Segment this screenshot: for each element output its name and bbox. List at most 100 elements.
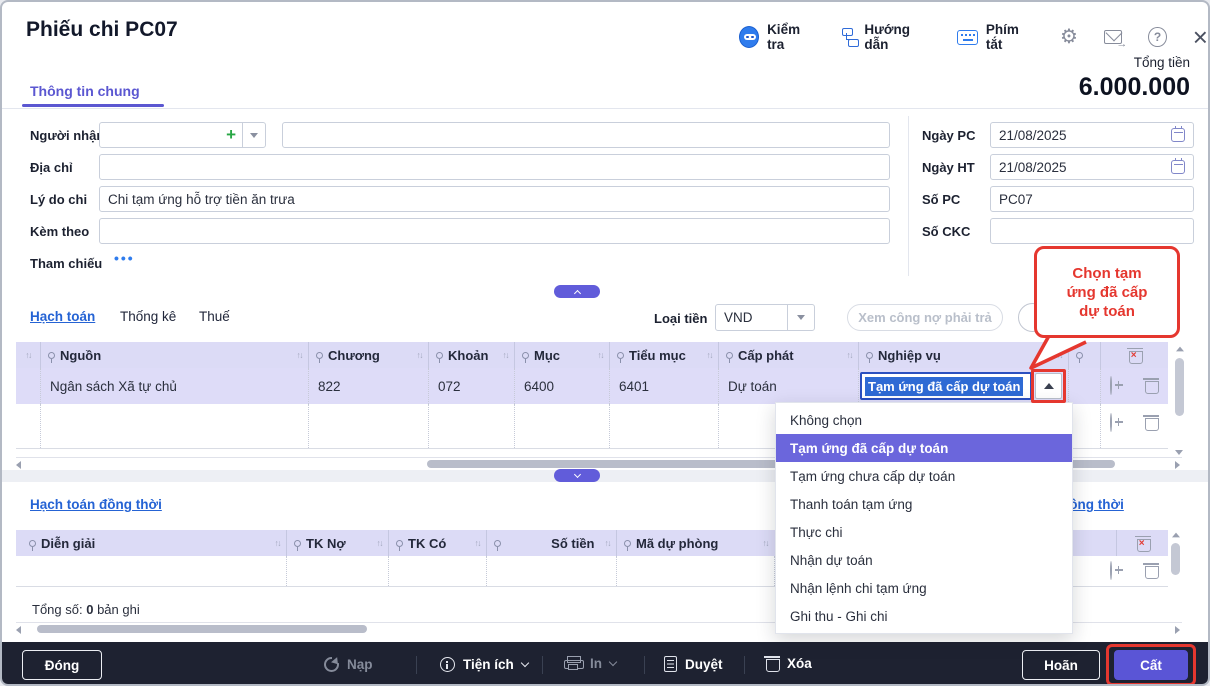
reason-input[interactable]: Chi tạm ứng hỗ trợ tiền ăn trưa xyxy=(99,186,890,212)
sort-icon[interactable] xyxy=(275,538,281,548)
dropdown-option[interactable]: Thanh toán tạm ứng xyxy=(776,490,1072,518)
close-button[interactable]: Đóng xyxy=(22,650,102,680)
printer-icon xyxy=(564,656,582,671)
sort-icon[interactable] xyxy=(847,350,853,360)
col-chuong[interactable]: Chương xyxy=(308,342,428,368)
date-ht-input[interactable]: 21/08/2025 xyxy=(990,154,1194,180)
pin-icon[interactable] xyxy=(617,352,624,359)
cell-cap-phat[interactable]: Dự toán xyxy=(728,368,777,404)
pin-icon[interactable] xyxy=(494,540,501,547)
receiver-combo[interactable]: + xyxy=(99,122,266,148)
col-muc[interactable]: Mục xyxy=(514,342,609,368)
receiver-dropdown-arrow[interactable] xyxy=(243,133,265,138)
calendar-icon[interactable] xyxy=(1171,128,1185,142)
voucher-no-input[interactable]: PC07 xyxy=(990,186,1194,212)
col-khoan[interactable]: Khoản xyxy=(428,342,514,368)
add-row-icon[interactable] xyxy=(1110,376,1112,395)
sort-icon[interactable] xyxy=(763,538,769,548)
cell-nguon[interactable]: Ngân sách Xã tự chủ xyxy=(50,368,177,404)
col-tk-co[interactable]: TK Có xyxy=(388,530,486,556)
delete-button[interactable]: Xóa xyxy=(765,656,812,671)
pin-icon[interactable] xyxy=(436,352,443,359)
sort-icon[interactable] xyxy=(475,538,481,548)
reload-button[interactable]: Nạp xyxy=(324,657,373,672)
table1-vscrollbar[interactable] xyxy=(1174,346,1185,458)
sort-icon[interactable] xyxy=(377,538,383,548)
col-tieu-muc[interactable]: Tiểu mục xyxy=(609,342,718,368)
add-row-icon[interactable] xyxy=(1110,413,1112,432)
check-button[interactable]: Kiểm tra xyxy=(739,22,816,52)
table2-vscrollbar[interactable] xyxy=(1170,532,1181,588)
reference-more-icon[interactable] xyxy=(114,250,135,266)
delete-all-rows-icon[interactable]: × xyxy=(1128,348,1142,363)
help-icon[interactable] xyxy=(1148,27,1166,47)
tab-hach-toan[interactable]: Hạch toán xyxy=(30,309,95,324)
view-payable-debt-button[interactable]: Xem công nợ phải trả xyxy=(847,304,1003,331)
cell-khoan[interactable]: 072 xyxy=(438,368,461,404)
pin-icon[interactable] xyxy=(29,540,36,547)
pin-icon[interactable] xyxy=(48,352,55,359)
sort-icon[interactable] xyxy=(503,350,509,360)
close-icon[interactable] xyxy=(1193,26,1208,48)
dropdown-option[interactable]: Không chọn xyxy=(776,406,1072,434)
shortcut-button[interactable]: Phím tắt xyxy=(957,22,1034,52)
collapse-form-pill[interactable] xyxy=(554,285,600,298)
col-delete-all[interactable]: × xyxy=(1116,530,1168,556)
dropdown-option[interactable]: Tạm ứng chưa cấp dự toán xyxy=(776,462,1072,490)
dropdown-option[interactable]: Ghi thu - Ghi chi xyxy=(776,602,1072,630)
dropdown-option[interactable]: Thực chi xyxy=(776,518,1072,546)
attachment-input[interactable] xyxy=(99,218,890,244)
calendar-icon[interactable] xyxy=(1171,160,1185,174)
pin-icon[interactable] xyxy=(726,352,733,359)
sort-icon[interactable] xyxy=(417,350,423,360)
sort-icon[interactable] xyxy=(707,350,713,360)
tab-general-info[interactable]: Thông tin chung xyxy=(30,83,140,99)
pin-icon[interactable] xyxy=(522,352,529,359)
pin-icon[interactable] xyxy=(624,540,631,547)
col-ma-du-phong[interactable]: Mã dự phòng xyxy=(616,530,774,556)
col-tk-no[interactable]: TK Nợ xyxy=(286,530,388,556)
cell-muc[interactable]: 6400 xyxy=(524,368,554,404)
gear-icon[interactable] xyxy=(1060,27,1078,47)
undo-button[interactable]: Hoãn xyxy=(1022,650,1100,680)
dropdown-option-selected[interactable]: Tạm ứng đã cấp dự toán xyxy=(776,434,1072,462)
col-so-tien[interactable]: Số tiền xyxy=(486,530,616,556)
sort-icon[interactable] xyxy=(297,350,303,360)
address-input[interactable] xyxy=(99,154,890,180)
expand-section-pill[interactable] xyxy=(554,469,600,482)
date-pc-input[interactable]: 21/08/2025 xyxy=(990,122,1194,148)
pin-icon[interactable] xyxy=(294,540,301,547)
nghiep-vu-combobox[interactable]: Tạm ứng đã cấp dự toán xyxy=(860,372,1032,400)
sort-icon[interactable] xyxy=(605,538,611,548)
cell-chuong[interactable]: 822 xyxy=(318,368,341,404)
col-nguon[interactable]: Nguồn xyxy=(40,342,308,368)
col-cap-phat[interactable]: Cấp phát xyxy=(718,342,858,368)
guide-button[interactable]: Hướng dẫn xyxy=(842,22,931,52)
pin-icon[interactable] xyxy=(866,352,873,359)
dong-thoi-link[interactable]: Hạch toán đồng thời xyxy=(30,497,162,512)
address-label: Địa chỉ xyxy=(30,160,73,175)
sort-icon[interactable] xyxy=(598,350,604,360)
add-receiver-icon[interactable]: + xyxy=(226,128,236,142)
tab-thue[interactable]: Thuế xyxy=(199,309,230,324)
currency-dropdown-arrow[interactable] xyxy=(788,315,814,320)
mail-send-icon[interactable] xyxy=(1104,30,1122,44)
delete-all-rows-icon[interactable]: × xyxy=(1136,536,1150,551)
receiver-name-input[interactable] xyxy=(282,122,890,148)
tab-thong-ke[interactable]: Thống kê xyxy=(120,309,176,324)
utilities-button[interactable]: Tiện ích xyxy=(440,657,528,672)
add-row-icon[interactable] xyxy=(1110,561,1112,580)
ckc-no-input[interactable] xyxy=(990,218,1194,244)
currency-select[interactable]: VND xyxy=(715,304,815,331)
col-dien-giai[interactable]: Diễn giải xyxy=(22,530,286,556)
pin-icon[interactable] xyxy=(396,540,403,547)
print-button[interactable]: In xyxy=(564,656,616,671)
pin-icon[interactable] xyxy=(316,352,323,359)
cell-tieu-muc[interactable]: 6401 xyxy=(619,368,649,404)
hscroll-thumb[interactable] xyxy=(37,625,367,633)
row-handle-header[interactable] xyxy=(16,342,40,368)
dropdown-option[interactable]: Nhận dự toán xyxy=(776,546,1072,574)
approve-button[interactable]: Duyệt xyxy=(664,656,723,672)
col-delete-all[interactable]: × xyxy=(1100,342,1168,368)
dropdown-option[interactable]: Nhận lệnh chi tạm ứng xyxy=(776,574,1072,602)
